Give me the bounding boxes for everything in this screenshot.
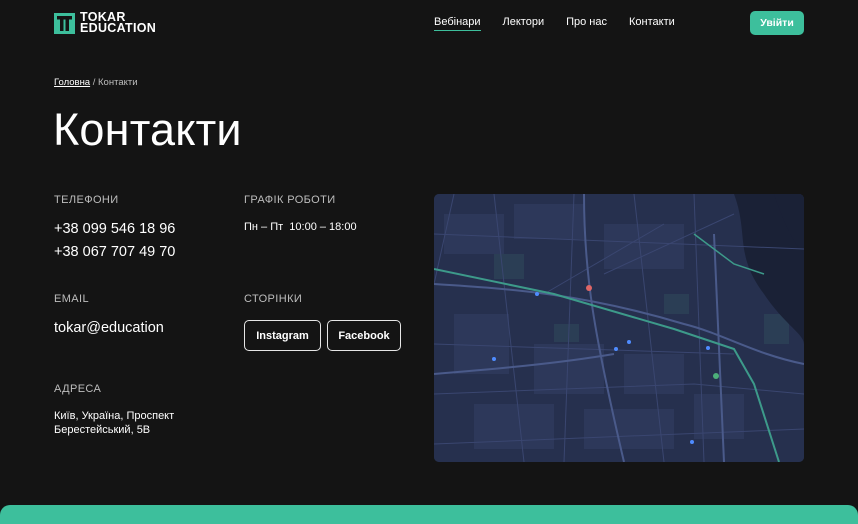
address-value: Київ, Україна, Проспект Берестейський, 5… [54,410,174,437]
schedule-days: Пн – Пт [244,221,284,233]
site-header: TOKAR EDUCATION Вебінари Лектори Про нас… [0,0,858,46]
main-nav: Вебінари Лектори Про нас Контакти [434,16,675,31]
phone-2-link[interactable]: +38 067 707 49 70 [54,244,175,260]
schedule-value: Пн – Пт 10:00 – 18:00 [244,221,357,235]
map-location-pin [586,285,592,291]
map-marker-secondary [713,373,719,379]
address-label: АДРЕСА [54,383,102,395]
page-title: Контакти [53,104,242,155]
phones-label: ТЕЛЕФОНИ [54,194,119,206]
logo-icon [54,12,75,34]
address-line-2: Берестейський, 5В [54,423,151,436]
pages-label: СТОРІНКИ [244,293,303,305]
breadcrumb-separator: / [92,77,96,88]
instagram-button[interactable]: Instagram [244,320,321,351]
breadcrumb-current: Контакти [98,77,138,88]
breadcrumb: Головна / Контакти [54,77,138,88]
address-line-1: Київ, Україна, Проспект [54,410,175,422]
facebook-button[interactable]: Facebook [327,320,401,351]
phone-1-link[interactable]: +38 099 546 18 96 [54,221,175,237]
nav-about[interactable]: Про нас [566,16,607,31]
nav-lecturers[interactable]: Лектори [503,16,545,31]
logo-text-education: EDUCATION [80,21,157,35]
schedule-label: ГРАФІК РОБОТИ [244,194,336,206]
nav-contacts[interactable]: Контакти [629,16,675,31]
breadcrumb-home-link[interactable]: Головна [54,77,90,88]
map-canvas [434,194,804,462]
email-label: EMAIL [54,293,90,305]
nav-webinars[interactable]: Вебінари [434,16,481,31]
footer-strip [0,505,858,524]
login-button[interactable]: Увійти [750,11,804,35]
schedule-hours: 10:00 – 18:00 [289,221,357,233]
map[interactable] [434,194,804,462]
email-link[interactable]: tokar@education [54,320,164,336]
logo[interactable]: TOKAR EDUCATION [54,11,157,35]
